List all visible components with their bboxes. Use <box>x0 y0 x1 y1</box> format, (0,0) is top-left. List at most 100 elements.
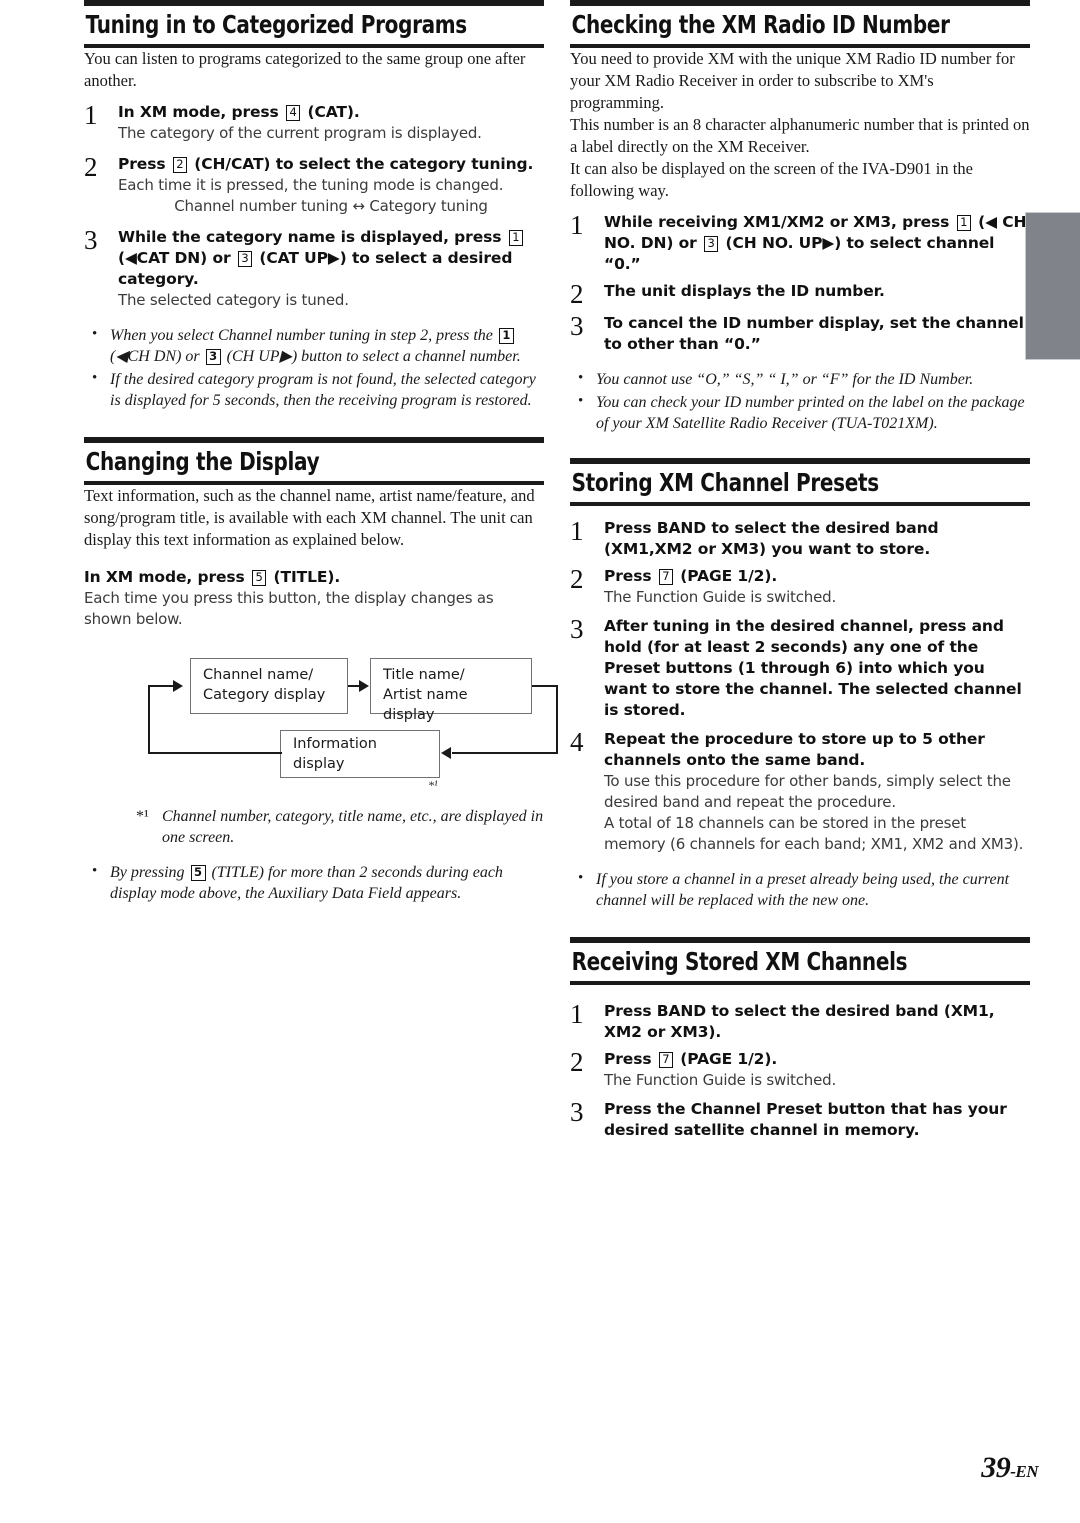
step-note: The Function Guide is switched. <box>604 1071 837 1089</box>
heading-rule-top <box>84 0 544 6</box>
key-button-3: 3 <box>205 349 221 365</box>
step-body: Repeat the procedure to store up to 5 ot… <box>604 729 1030 855</box>
step-item: 3 To cancel the ID number display, set t… <box>570 313 1030 355</box>
step-item: 2 The unit displays the ID number. <box>570 279 1030 309</box>
diagram-arrow-right-icon <box>173 680 183 692</box>
page-number-suffix: -EN <box>1010 1462 1038 1481</box>
step-item: 2 Press 7 (PAGE 1/2). The Function Guide… <box>570 566 1030 608</box>
step-number: 2 <box>570 279 584 309</box>
step-title: To cancel the ID number display, set the… <box>604 314 1024 353</box>
step-number: 4 <box>570 727 584 757</box>
diagram-box-line1: Channel name/ <box>203 667 314 683</box>
diagram-box-information-display: Information display <box>280 730 440 778</box>
step-title: In XM mode, press 4 (CAT). <box>118 102 544 123</box>
step-title-text-post: (PAGE 1/2). <box>680 1050 778 1068</box>
step-title-text-line2-post: (CH NO. UP▶) to select channel <box>725 234 995 252</box>
step-number: 1 <box>570 210 584 240</box>
step-note: To use this procedure for other bands, s… <box>604 772 1011 811</box>
section-heading-checking-id: Checking the XM Radio ID Number <box>570 0 1030 48</box>
section-paragraph-3: It can also be displayed on the screen o… <box>570 159 973 200</box>
step-body: Press 2 (CH/CAT) to select the category … <box>118 154 544 217</box>
note-bullet-item: If the desired category program is not f… <box>84 368 544 411</box>
key-button-4: 4 <box>285 105 301 121</box>
step-item: 2 Press 7 (PAGE 1/2). The Function Guide… <box>570 1049 1030 1091</box>
section-heading-changing-display: Changing the Display <box>84 437 544 485</box>
section-title: Changing the Display <box>85 447 320 476</box>
section-title: Storing XM Channel Presets <box>571 468 880 497</box>
step-body: Press BAND to select the desired band (X… <box>604 518 1030 560</box>
step-title: Press 7 (PAGE 1/2). <box>604 1049 1030 1070</box>
heading-rule-top <box>570 458 1030 464</box>
instruction-note: Each time you press this button, the dis… <box>84 589 494 628</box>
right-column: Checking the XM Radio ID Number You need… <box>570 0 1030 1141</box>
step-body: After tuning in the desired channel, pre… <box>604 616 1030 721</box>
diagram-connector <box>148 685 174 687</box>
heading-rule-bottom <box>570 502 1030 506</box>
note-text-pre: By pressing <box>110 864 185 881</box>
key-button-7: 7 <box>658 1052 673 1068</box>
diagram-arrow-right-icon <box>359 680 369 692</box>
section-title: Receiving Stored XM Channels <box>571 947 908 976</box>
diagram-box-title-name: Title name/ Artist name display <box>370 658 532 723</box>
diagram-box-line1: Title name/ <box>383 667 465 683</box>
diagram-connector <box>452 752 558 754</box>
step-title-text-line2: (◀CAT DN) or <box>118 249 231 267</box>
key-button-5: 5 <box>251 570 267 586</box>
key-button-1: 1 <box>508 230 523 246</box>
step-item: 1 While receiving XM1/XM2 or XM3, press … <box>570 212 1030 275</box>
step-number: 2 <box>570 564 584 594</box>
step-title-text: In XM mode, press <box>118 103 279 121</box>
step-number: 3 <box>570 1097 584 1127</box>
step-body: Press the Channel Preset button that has… <box>604 1099 1030 1141</box>
step-title: The unit displays the ID number. <box>604 282 885 300</box>
heading-rule-bottom <box>570 981 1030 985</box>
section-heading-receiving-stored: Receiving Stored XM Channels <box>570 937 1030 985</box>
step-title: While the category name is displayed, pr… <box>118 227 544 290</box>
step-body: While the category name is displayed, pr… <box>118 227 544 311</box>
instruction-text-post: (TITLE). <box>273 568 341 586</box>
display-cycle-diagram: Channel name/ Category display Title nam… <box>142 652 562 792</box>
instruction-title: In XM mode, press 5 (TITLE). <box>84 567 544 588</box>
note-bullet-item: You can check your ID number printed on … <box>570 391 1030 434</box>
diagram-connector <box>532 685 558 687</box>
step-title-text: After tuning in the desired channel, pre… <box>604 617 1004 656</box>
device-label-channel-preset: Channel Preset <box>690 1100 823 1118</box>
key-button-2: 2 <box>172 157 187 173</box>
section-heading-storing-presets: Storing XM Channel Presets <box>570 458 1030 506</box>
step-title-text: Press <box>604 1050 652 1068</box>
diagram-box-line2: Artist name display <box>383 687 468 723</box>
step-number: 3 <box>84 225 98 255</box>
step-number: 3 <box>570 614 584 644</box>
note-text-mid1: (◀CH DN) or <box>110 348 200 365</box>
step-title-text-line3: “0.” <box>604 255 641 273</box>
section-paragraph-2: This number is an 8 character alphanumer… <box>570 115 1030 156</box>
step-body: The unit displays the ID number. <box>604 281 1030 302</box>
section-heading-tuning: Tuning in to Categorized Programs <box>84 0 544 48</box>
step-title: While receiving XM1/XM2 or XM3, press 1 … <box>604 212 1030 275</box>
section-intro-paragraph: Text information, such as the channel na… <box>84 486 535 549</box>
step-item: 1 In XM mode, press 4 (CAT). The categor… <box>84 102 544 144</box>
note-text-mid2: (CH UP▶) button to select a channel numb… <box>226 348 521 365</box>
instruction-text-pre: In XM mode, press <box>84 568 245 586</box>
step-title: Press the Channel Preset button that has… <box>604 1099 1030 1141</box>
note-bullet-list: When you select Channel number tuning in… <box>84 324 544 411</box>
diagram-box-line1: Information display <box>293 736 377 772</box>
step-item: 1 Press BAND to select the desired band … <box>570 1001 1030 1043</box>
step-note: The selected category is tuned. <box>118 291 349 309</box>
step-item: 3 While the category name is displayed, … <box>84 227 544 311</box>
key-button-1: 1 <box>498 328 514 344</box>
step-title: Repeat the procedure to store up to 5 ot… <box>604 730 985 769</box>
step-body: While receiving XM1/XM2 or XM3, press 1 … <box>604 212 1030 275</box>
step-title-text-post: (◀ CH <box>978 213 1027 231</box>
diagram-box-channel-name: Channel name/ Category display <box>190 658 348 714</box>
note-bullet-item: By pressing 5 (TITLE) for more than 2 se… <box>84 861 544 904</box>
note-text-pre: When you select Channel number tuning in… <box>110 327 493 344</box>
step-item: 4 Repeat the procedure to store up to 5 … <box>570 729 1030 855</box>
heading-rule-top <box>570 937 1030 943</box>
manual-page: Tuning in to Categorized Programs You ca… <box>0 0 1080 1523</box>
step-title-text: Press the <box>604 1100 686 1118</box>
diagram-footnote: *¹ Channel number, category, title name,… <box>136 806 544 848</box>
step-title-text: Press <box>604 1002 652 1020</box>
section-paragraph-1: You need to provide XM with the unique X… <box>570 49 1015 112</box>
step-title-text-post: (CAT). <box>307 103 360 121</box>
